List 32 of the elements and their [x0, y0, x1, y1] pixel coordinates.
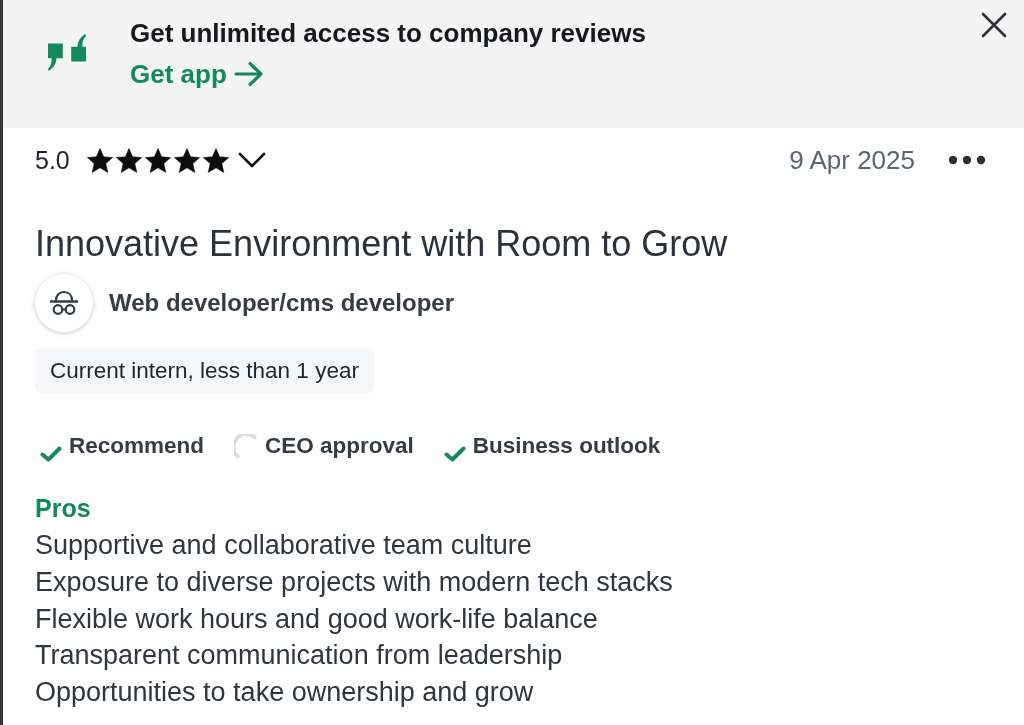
- pros-item: Supportive and collaborative team culture: [35, 529, 533, 562]
- star-icon: [114, 146, 143, 174]
- review-date: 9 Apr 2025: [789, 145, 915, 175]
- partial-ring-icon: [234, 434, 259, 460]
- star-icon: [143, 146, 172, 174]
- arrow-right-icon: [233, 61, 264, 87]
- check-icon: [40, 446, 62, 462]
- hat-and-glasses-icon: [35, 274, 93, 332]
- banner-headline: Get unlimited access to company reviews: [130, 17, 646, 49]
- check-icon: [443, 446, 466, 462]
- star-icon: [85, 146, 114, 174]
- more-icon: [948, 155, 986, 165]
- rating-label: CEO approval: [265, 432, 414, 460]
- quote-marks-icon: [48, 34, 86, 71]
- rating-label: Recommend: [69, 432, 205, 460]
- pros-item: Flexible work hours and good work-life balance: [35, 602, 599, 636]
- employment-status-tag: Current intern, less than 1 year: [35, 348, 374, 393]
- pros-item: Transparent communication from leadership: [35, 639, 564, 673]
- star-icon: [172, 146, 201, 174]
- review-title: Innovative Environment with Room to Grow: [35, 223, 729, 265]
- pros-item: Opportunities to take ownership and grow: [35, 676, 535, 710]
- close-button[interactable]: [981, 12, 1007, 38]
- close-icon: [981, 12, 1007, 38]
- rating-score: 5.0: [35, 145, 70, 175]
- job-title: Web developer/cms developer: [109, 288, 455, 318]
- star-icon: [201, 146, 230, 174]
- rating-label: Business outlook: [472, 432, 661, 460]
- more-options-button[interactable]: [948, 155, 986, 165]
- pros-item: Exposure to diverse projects with modern tech stacks: [35, 565, 674, 599]
- chevron-down-icon[interactable]: [237, 152, 266, 168]
- pros-heading: Pros: [35, 493, 92, 523]
- get-app-link[interactable]: Get app: [130, 59, 264, 89]
